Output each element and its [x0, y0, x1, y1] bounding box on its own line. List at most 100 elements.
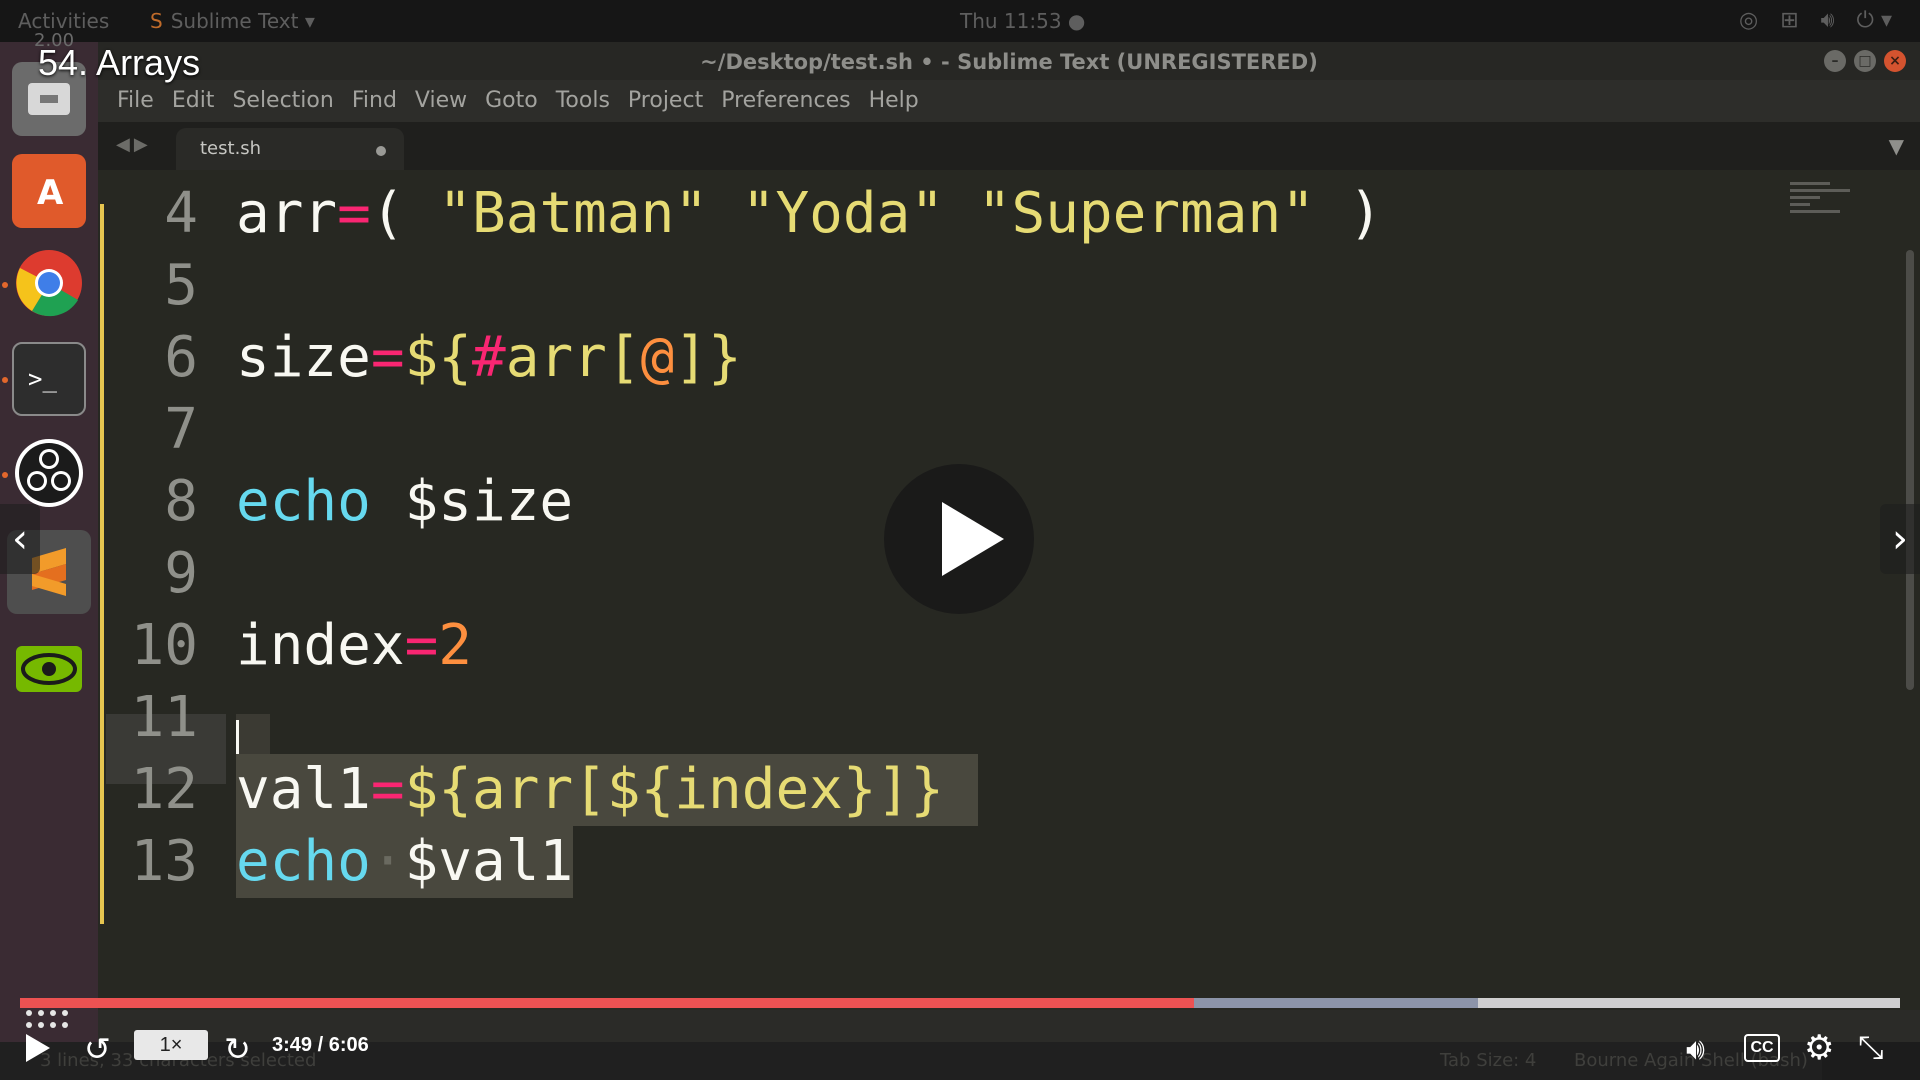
playback-speed-button[interactable]: 1×: [134, 1030, 208, 1060]
tab-bar: ◀▶ test.sh ▼: [98, 122, 1920, 170]
tab-label: test.sh: [200, 138, 262, 159]
token: "Batman": [438, 181, 709, 246]
token: =: [370, 757, 405, 822]
menu-view[interactable]: View: [406, 80, 476, 122]
code-line: 4 arr=( "Batman" "Yoda" "Superman" ): [98, 178, 1898, 250]
code-text: size=${#arr[@]}: [236, 322, 742, 394]
progress-played: [20, 998, 1195, 1008]
volume-icon[interactable]: 🔊︎: [1821, 8, 1835, 33]
line-number: 10: [130, 613, 198, 678]
video-controls: ↺ 1× ↻ 3:49 / 6:06 🔊︎ CC ⚙ ⤡: [0, 1010, 1920, 1080]
code-line: 5: [98, 250, 1898, 322]
system-tray: ◎ ⊞ 🔊︎ ⏻ ▾: [1739, 8, 1892, 33]
running-indicator: [2, 377, 8, 383]
token: "Yoda": [741, 181, 945, 246]
minimap[interactable]: [1790, 182, 1870, 242]
rewind-icon[interactable]: ↺: [84, 1030, 111, 1068]
menu-help[interactable]: Help: [860, 80, 928, 122]
token: ${arr[${index}]}: [404, 757, 945, 822]
video-title: 54. Arrays: [38, 42, 201, 83]
menu-selection[interactable]: Selection: [223, 80, 342, 122]
line-number: 8: [164, 469, 198, 534]
token: =: [404, 613, 439, 678]
close-button[interactable]: ×: [1884, 50, 1906, 72]
nvidia-settings-icon[interactable]: [12, 632, 86, 706]
code-text: echo $size: [236, 466, 573, 538]
forward-icon[interactable]: ↻: [224, 1030, 251, 1068]
token: $size: [370, 469, 574, 534]
app-menu[interactable]: S Sublime Text ▾: [150, 9, 315, 33]
obs-tray-icon[interactable]: ◎: [1739, 8, 1758, 33]
drag-grip-icon[interactable]: [26, 1010, 70, 1030]
menu-goto[interactable]: Goto: [476, 80, 547, 122]
terminal-icon[interactable]: >_: [12, 342, 86, 416]
svg-text:>_: >_: [28, 365, 57, 393]
token: val1: [236, 757, 371, 822]
progress-bar[interactable]: [20, 998, 1900, 1008]
settings-gear-icon[interactable]: ⚙: [1804, 1028, 1834, 1068]
token: ${: [404, 325, 473, 390]
running-indicator: [2, 282, 8, 288]
svg-text:A: A: [37, 173, 64, 213]
line-number: 13: [130, 829, 198, 894]
line-number: 5: [164, 253, 198, 318]
token: #: [472, 325, 506, 390]
line-number: 6: [164, 325, 198, 390]
exit-fullscreen-icon[interactable]: ⤡: [1858, 1028, 1884, 1067]
tab-test-sh[interactable]: test.sh: [176, 128, 404, 170]
token: arr: [505, 325, 607, 390]
code-line: 12 val1=${arr[${index}]}: [98, 754, 1898, 826]
menu-tools[interactable]: Tools: [547, 80, 619, 122]
menu-find[interactable]: Find: [343, 80, 406, 122]
previous-lecture-button[interactable]: ‹: [0, 504, 40, 574]
menu-project[interactable]: Project: [619, 80, 712, 122]
code-text: arr=( "Batman" "Yoda" "Superman" ): [236, 178, 1382, 250]
play-icon: [26, 1034, 50, 1062]
code-text-selected: echo·$val1: [236, 826, 574, 898]
token: (: [370, 181, 439, 246]
window-titlebar[interactable]: ~/Desktop/test.sh • - Sublime Text (UNRE…: [98, 42, 1920, 80]
code-line: 13 echo·$val1: [98, 826, 1898, 898]
minimize-button[interactable]: –: [1824, 50, 1846, 72]
token: =: [370, 325, 405, 390]
volume-icon[interactable]: 🔊︎: [1686, 1032, 1705, 1067]
token: size: [236, 325, 371, 390]
play-button[interactable]: [26, 1034, 56, 1066]
token: $val1: [404, 829, 574, 894]
network-icon[interactable]: ⊞: [1780, 8, 1798, 33]
line-number: 9: [164, 541, 198, 606]
token: "Superman": [977, 181, 1315, 246]
clock[interactable]: Thu 11:53 ●: [960, 9, 1085, 33]
code-line: 10 index=2: [98, 610, 1898, 682]
whitespace-dot: ·: [370, 829, 405, 894]
line-number: 12: [130, 757, 198, 822]
vertical-scrollbar[interactable]: [1906, 250, 1914, 690]
menu-preferences[interactable]: Preferences: [712, 80, 859, 122]
tab-nav-arrows-icon[interactable]: ◀▶: [116, 134, 152, 155]
app-name: Sublime Text: [170, 9, 299, 33]
menu-bar: File Edit Selection Find View Goto Tools…: [98, 80, 1920, 122]
captions-icon[interactable]: CC: [1744, 1034, 1780, 1062]
software-center-icon[interactable]: A: [12, 154, 86, 228]
token: 2: [438, 613, 473, 678]
obs-icon[interactable]: [12, 436, 86, 510]
sublime-small-icon: S: [150, 9, 163, 33]
maximize-button[interactable]: □: [1854, 50, 1876, 72]
code-line: 7: [98, 394, 1898, 466]
line-number: 4: [164, 181, 198, 246]
token: =: [337, 181, 371, 246]
code-text-selected: val1=${arr[${index}]}: [236, 754, 978, 826]
chrome-icon[interactable]: [12, 246, 86, 320]
next-lecture-button[interactable]: ›: [1880, 504, 1920, 574]
unsaved-dot-icon[interactable]: [376, 146, 386, 156]
big-play-button[interactable]: [884, 464, 1034, 614]
tab-dropdown-icon[interactable]: ▼: [1889, 134, 1904, 158]
code-line: 6 size=${#arr[@]}: [98, 322, 1898, 394]
token: echo: [236, 829, 371, 894]
system-top-bar: Activities S Sublime Text ▾ Thu 11:53 ● ◎…: [0, 0, 1920, 42]
play-icon: [942, 502, 1004, 576]
menu-edit[interactable]: Edit: [163, 80, 224, 122]
power-icon[interactable]: ⏻ ▾: [1857, 8, 1892, 33]
menu-file[interactable]: File: [108, 80, 163, 122]
window-title: ~/Desktop/test.sh • - Sublime Text (UNRE…: [700, 50, 1318, 74]
